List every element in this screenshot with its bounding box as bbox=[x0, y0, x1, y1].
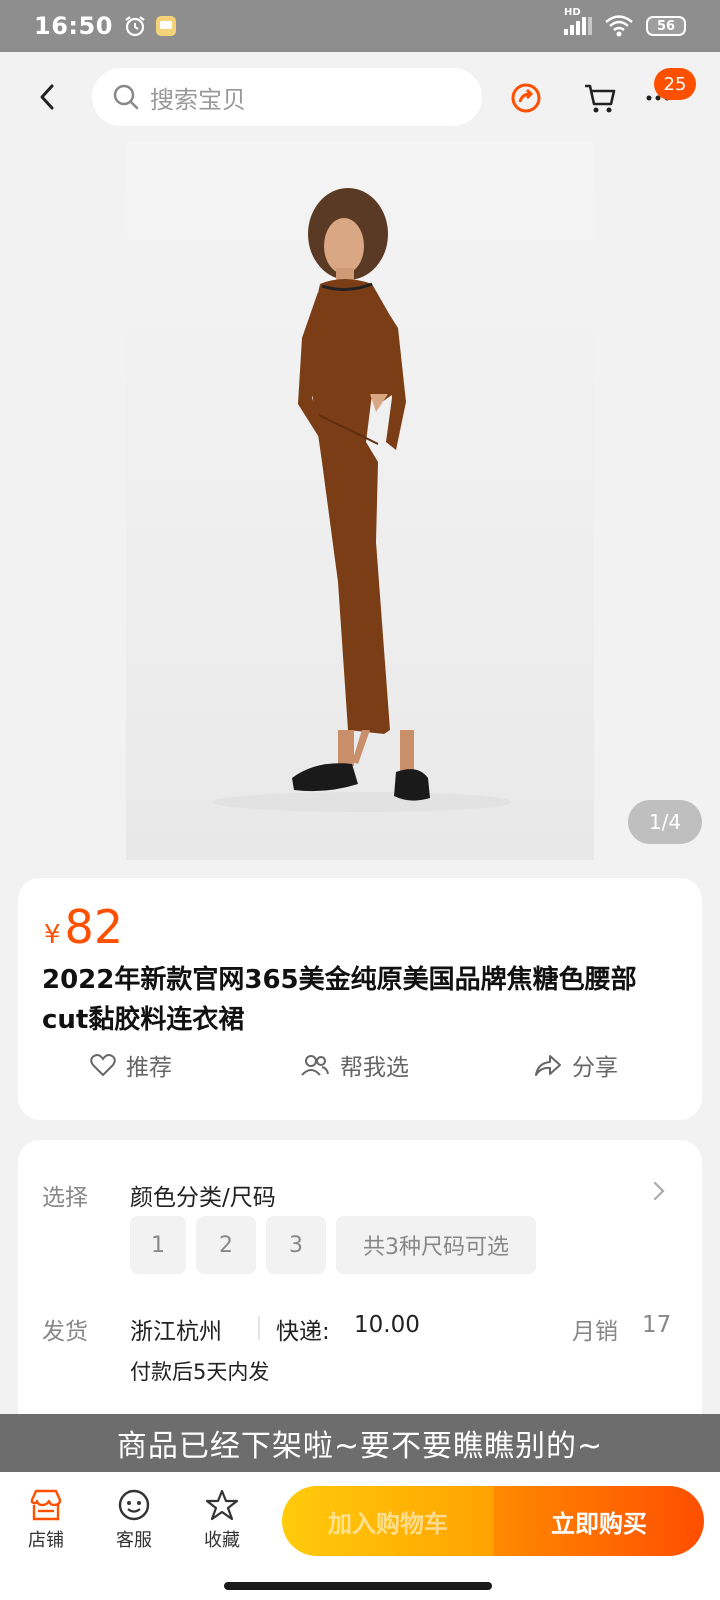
shop-icon bbox=[30, 1489, 62, 1521]
search-placeholder: 搜索宝贝 bbox=[150, 85, 246, 114]
search-icon bbox=[113, 84, 139, 110]
size-option-3[interactable]: 3 bbox=[266, 1216, 326, 1274]
status-time: 16:50 bbox=[34, 12, 113, 40]
ship-time: 付款后5天内发 bbox=[130, 1360, 270, 1384]
price-value: 82 bbox=[64, 900, 124, 954]
gallery-page-indicator: 1/4 bbox=[628, 800, 702, 844]
status-left-icons bbox=[123, 14, 177, 38]
top-nav: 搜索宝贝 bbox=[0, 52, 720, 142]
size-option-1[interactable]: 1 bbox=[130, 1216, 186, 1274]
bottom-bar: 店铺 客服 收藏 加入购物车 立即购买 bbox=[0, 1472, 720, 1600]
express-label: 快递: bbox=[276, 1319, 330, 1345]
search-input[interactable]: 搜索宝贝 bbox=[92, 68, 482, 126]
favorite-label: 收藏 bbox=[204, 1530, 240, 1551]
people-icon bbox=[301, 1055, 329, 1076]
help-choose-label: 帮我选 bbox=[340, 1055, 409, 1081]
cart-count-badge: 25 bbox=[654, 68, 696, 100]
share-arrow-icon bbox=[511, 83, 541, 113]
service-label: 客服 bbox=[116, 1530, 152, 1551]
help-choose-button[interactable]: 帮我选 bbox=[300, 1048, 409, 1082]
recommend-button[interactable]: 推荐 bbox=[90, 1048, 172, 1082]
share-label: 分享 bbox=[572, 1055, 618, 1081]
customer-service-icon bbox=[118, 1489, 150, 1521]
ship-from: 浙江杭州 bbox=[130, 1319, 222, 1345]
select-label: 选择 bbox=[42, 1185, 88, 1211]
buy-now-button[interactable]: 立即购买 bbox=[494, 1486, 704, 1556]
select-value: 颜色分类/尺码 bbox=[130, 1185, 276, 1211]
service-tab[interactable]: 客服 bbox=[104, 1488, 164, 1552]
share-icon bbox=[535, 1055, 561, 1076]
offline-notice: 商品已经下架啦~要不要瞧瞧别的~ bbox=[0, 1414, 720, 1472]
home-indicator[interactable] bbox=[224, 1582, 492, 1590]
message-app-icon bbox=[155, 16, 176, 36]
signal-icon: HD bbox=[564, 7, 592, 35]
chevron-left-icon bbox=[40, 84, 54, 110]
add-to-cart-button[interactable]: 加入购物车 bbox=[282, 1486, 494, 1556]
share-button[interactable]: 分享 bbox=[534, 1048, 618, 1082]
cart-icon bbox=[585, 84, 616, 113]
alarm-icon bbox=[125, 16, 145, 37]
dress-shape bbox=[312, 279, 396, 734]
star-icon bbox=[205, 1489, 239, 1521]
sizes-summary[interactable]: 共3种尺码可选 bbox=[336, 1216, 536, 1274]
network-type: HD bbox=[564, 7, 581, 18]
monthly-sales-label: 月销 bbox=[572, 1319, 618, 1345]
model-photo bbox=[212, 188, 512, 812]
heart-icon bbox=[90, 1054, 116, 1077]
price-card: ¥ 82 2022年新款官网365美金纯原美国品牌焦糖色腰部cut黏胶料连衣裙 … bbox=[18, 878, 702, 1120]
share-shortcut-button[interactable] bbox=[504, 76, 548, 120]
back-button[interactable] bbox=[32, 80, 62, 114]
cart-button[interactable] bbox=[578, 76, 622, 120]
chevron-right-icon bbox=[653, 1181, 665, 1201]
spec-card: 选择 颜色分类/尺码 1 2 3 共3种尺码可选 发货 浙江杭州 快递: 10.… bbox=[18, 1140, 702, 1430]
battery-indicator: 56 bbox=[646, 16, 686, 36]
recommend-label: 推荐 bbox=[126, 1055, 172, 1081]
product-image[interactable] bbox=[126, 142, 594, 860]
spec-divider bbox=[258, 1316, 260, 1340]
wifi-icon bbox=[605, 15, 633, 37]
express-fee: 10.00 bbox=[354, 1312, 420, 1338]
shop-label: 店铺 bbox=[28, 1530, 64, 1551]
price: ¥ 82 bbox=[44, 900, 123, 954]
size-option-2[interactable]: 2 bbox=[196, 1216, 256, 1274]
product-title: 2022年新款官网365美金纯原美国品牌焦糖色腰部cut黏胶料连衣裙 bbox=[42, 965, 637, 1035]
monthly-sales-value: 17 bbox=[642, 1312, 672, 1338]
select-row[interactable]: 选择 颜色分类/尺码 bbox=[18, 1140, 702, 1211]
status-bar: 16:50 HD 56 bbox=[0, 0, 720, 52]
ship-label: 发货 bbox=[42, 1319, 88, 1345]
status-right: HD 56 bbox=[564, 7, 686, 38]
price-currency: ¥ bbox=[44, 920, 61, 950]
action-row: 推荐 帮我选 分享 bbox=[18, 1048, 702, 1092]
favorite-tab[interactable]: 收藏 bbox=[192, 1488, 252, 1552]
shop-tab[interactable]: 店铺 bbox=[16, 1488, 76, 1552]
